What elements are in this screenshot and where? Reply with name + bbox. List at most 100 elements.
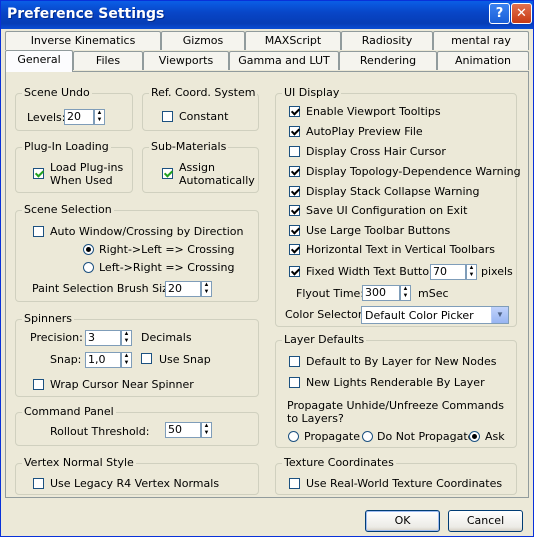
large-toolbar-checkbox[interactable] <box>289 225 300 236</box>
spinner-up-icon[interactable]: ▲ <box>202 282 211 289</box>
constant-checkbox[interactable] <box>162 111 173 122</box>
save-ui-config-checkbox[interactable] <box>289 205 300 216</box>
spinner-down-icon[interactable]: ▼ <box>467 272 476 279</box>
precision-spinner[interactable]: 3 ▲ ▼ <box>85 330 133 346</box>
tab-mental-ray[interactable]: mental ray <box>433 31 529 50</box>
flyout-time-arrows[interactable]: ▲ ▼ <box>400 285 411 301</box>
tab-radiosity[interactable]: Radiosity <box>341 31 433 50</box>
autoplay-preview-label: AutoPlay Preview File <box>306 125 423 138</box>
fixed-width-arrows[interactable]: ▲ ▼ <box>466 264 477 280</box>
rollout-threshold-arrows[interactable]: ▲ ▼ <box>201 422 212 438</box>
assign-automatically-checkbox[interactable] <box>162 168 173 179</box>
spinner-up-icon[interactable]: ▲ <box>122 331 131 338</box>
snap-input[interactable]: 1,0 <box>85 352 121 368</box>
snap-spinner[interactable]: 1,0 ▲ ▼ <box>85 352 133 368</box>
left-right-radio[interactable] <box>83 262 94 273</box>
spinner-up-icon[interactable]: ▲ <box>95 110 104 117</box>
close-button[interactable]: ✕ <box>511 3 532 24</box>
topology-warning-checkbox[interactable] <box>289 166 300 177</box>
tab-files[interactable]: Files <box>73 51 143 70</box>
tab-gamma-and-lut[interactable]: Gamma and LUT <box>229 51 339 70</box>
tab-viewports[interactable]: Viewports <box>143 51 229 70</box>
spinner-down-icon[interactable]: ▼ <box>122 338 131 345</box>
default-bylayer-checkbox[interactable] <box>289 356 300 367</box>
levels-spinner[interactable]: 20 ▲ ▼ <box>64 109 106 125</box>
load-plugins-label-2: When Used <box>50 174 113 187</box>
cancel-button[interactable]: Cancel <box>448 510 523 532</box>
spinner-up-icon[interactable]: ▲ <box>122 353 131 360</box>
precision-input[interactable]: 3 <box>85 330 121 346</box>
tab-gizmos[interactable]: Gizmos <box>161 31 245 50</box>
spinner-up-icon[interactable]: ▲ <box>401 286 410 293</box>
spinner-down-icon[interactable]: ▼ <box>122 360 131 367</box>
brush-size-arrows[interactable]: ▲ ▼ <box>201 281 212 297</box>
tab-general[interactable]: General <box>5 50 73 72</box>
ask-label: Ask <box>485 430 505 443</box>
precision-arrows[interactable]: ▲ ▼ <box>121 330 132 346</box>
chevron-down-icon[interactable]: ▼ <box>491 307 508 323</box>
horizontal-text-checkbox[interactable] <box>289 244 300 255</box>
color-selector-value: Default Color Picker <box>365 309 474 322</box>
spinners-title: Spinners <box>22 312 74 325</box>
spinner-up-icon[interactable]: ▲ <box>202 423 211 430</box>
tab-inverse-kinematics[interactable]: Inverse Kinematics <box>5 31 161 50</box>
tab-maxscript[interactable]: MAXScript <box>245 31 341 50</box>
spinner-up-icon[interactable]: ▲ <box>467 265 476 272</box>
tab-rendering[interactable]: Rendering <box>339 51 437 70</box>
levels-spinner-arrows[interactable]: ▲ ▼ <box>94 109 105 125</box>
autoplay-preview-checkbox[interactable] <box>289 126 300 137</box>
spinner-down-icon[interactable]: ▼ <box>401 293 410 300</box>
flyout-time-spinner[interactable]: 300 ▲ ▼ <box>362 285 412 301</box>
cross-hair-checkbox[interactable] <box>289 146 300 157</box>
color-selector-label: Color Selector: <box>285 308 366 321</box>
levels-input[interactable]: 20 <box>64 109 94 125</box>
legacy-vertex-normals-checkbox[interactable] <box>33 478 44 489</box>
decimals-label: Decimals <box>141 331 192 344</box>
ok-button[interactable]: OK <box>365 510 440 532</box>
propagate-radio[interactable] <box>288 431 299 442</box>
snap-arrows[interactable]: ▲ ▼ <box>121 352 132 368</box>
vertex-normal-title: Vertex Normal Style <box>22 456 136 469</box>
load-plugins-label-1: Load Plug-ins <box>50 161 124 174</box>
spinner-down-icon[interactable]: ▼ <box>202 430 211 437</box>
brush-size-input[interactable]: 20 <box>165 281 201 297</box>
propagate-question-line1: Propagate Unhide/Unfreeze Commands <box>287 399 504 412</box>
wrap-cursor-checkbox[interactable] <box>33 379 44 390</box>
flyout-time-input[interactable]: 300 <box>362 285 400 301</box>
preference-settings-window: Preference Settings ? ✕ Inverse Kinemati… <box>0 0 534 537</box>
spinner-down-icon[interactable]: ▼ <box>202 289 211 296</box>
right-left-label: Right->Left => Crossing <box>99 243 235 256</box>
ask-radio[interactable] <box>469 431 480 442</box>
viewport-tooltips-checkbox[interactable] <box>289 106 300 117</box>
topology-warning-label: Display Topology-Dependence Warning <box>306 165 521 178</box>
scene-selection-title: Scene Selection <box>22 203 114 216</box>
rollout-threshold-input[interactable]: 50 <box>165 422 201 438</box>
do-not-propagate-radio[interactable] <box>362 431 373 442</box>
brush-size-label: Paint Selection Brush Size <box>32 282 175 295</box>
auto-window-checkbox[interactable] <box>33 226 44 237</box>
fixed-width-checkbox[interactable] <box>289 266 300 277</box>
tab-animation[interactable]: Animation <box>437 51 529 70</box>
color-selector-dropdown[interactable]: Default Color Picker ▼ <box>361 306 509 324</box>
spinner-down-icon[interactable]: ▼ <box>95 117 104 124</box>
fixed-width-spinner[interactable]: 70 ▲ ▼ <box>430 264 478 280</box>
flyout-time-label: Flyout Time: <box>296 287 365 300</box>
title-bar[interactable]: Preference Settings ? ✕ <box>1 1 533 29</box>
real-world-coords-checkbox[interactable] <box>289 478 300 489</box>
auto-window-label: Auto Window/Crossing by Direction <box>50 225 244 238</box>
stack-collapse-checkbox[interactable] <box>289 186 300 197</box>
large-toolbar-label: Use Large Toolbar Buttons <box>306 224 451 237</box>
right-left-radio[interactable] <box>83 244 94 255</box>
load-plugins-checkbox[interactable] <box>33 168 44 179</box>
new-lights-checkbox[interactable] <box>289 377 300 388</box>
fixed-width-input[interactable]: 70 <box>430 264 466 280</box>
do-not-propagate-label: Do Not Propagate <box>377 430 475 443</box>
help-button[interactable]: ? <box>489 3 510 24</box>
levels-label: Levels: <box>27 111 66 124</box>
brush-size-spinner[interactable]: 20 ▲ ▼ <box>165 281 213 297</box>
real-world-coords-label: Use Real-World Texture Coordinates <box>306 477 503 490</box>
legacy-vertex-normals-label: Use Legacy R4 Vertex Normals <box>50 477 220 490</box>
rollout-threshold-spinner[interactable]: 50 ▲ ▼ <box>165 422 213 438</box>
fixed-width-label: Fixed Width Text Buttons: <box>306 265 446 278</box>
use-snap-checkbox[interactable] <box>141 353 152 364</box>
